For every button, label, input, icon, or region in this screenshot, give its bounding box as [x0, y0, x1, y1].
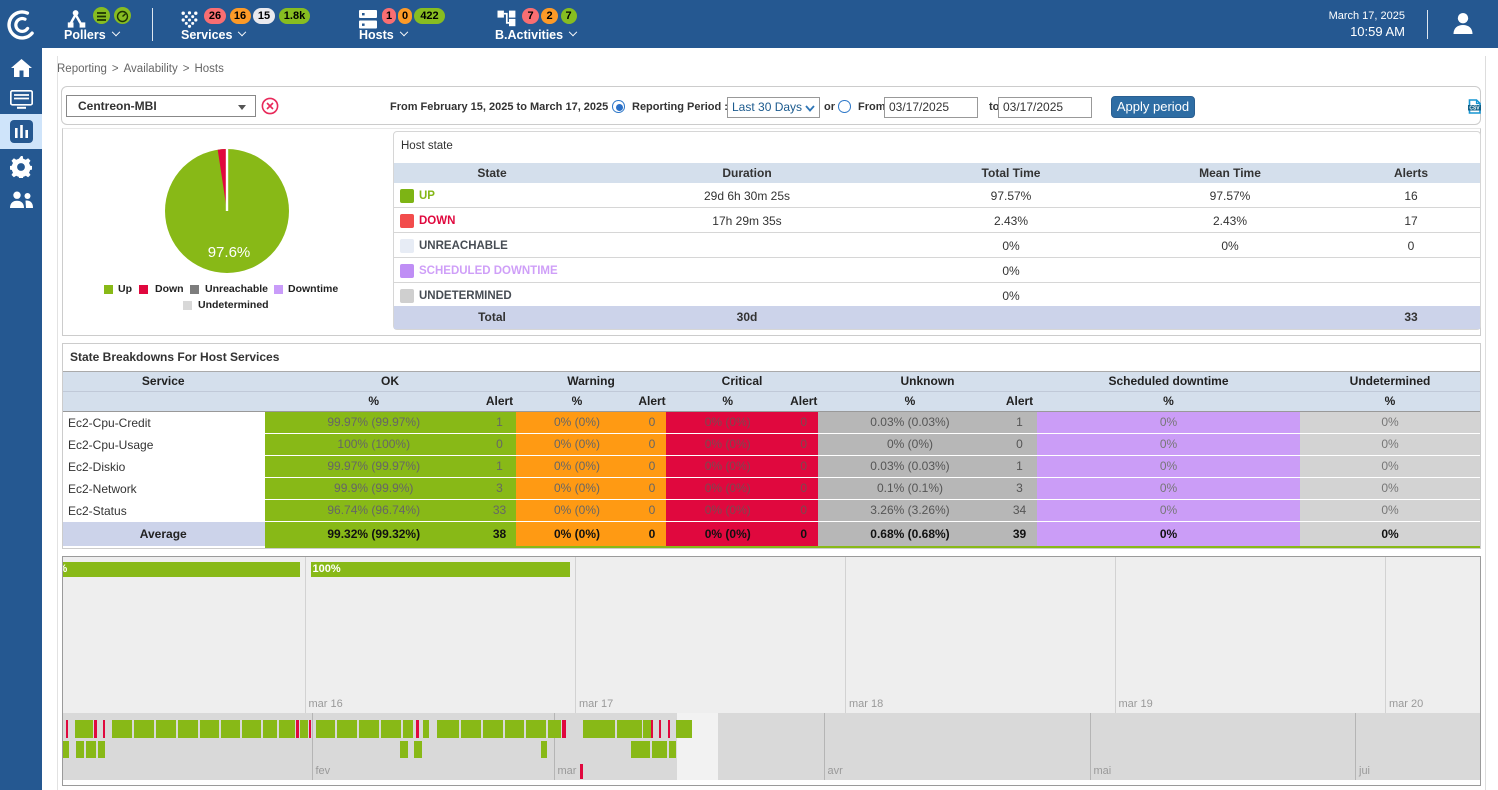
svg-text:CSV: CSV: [1469, 106, 1480, 112]
